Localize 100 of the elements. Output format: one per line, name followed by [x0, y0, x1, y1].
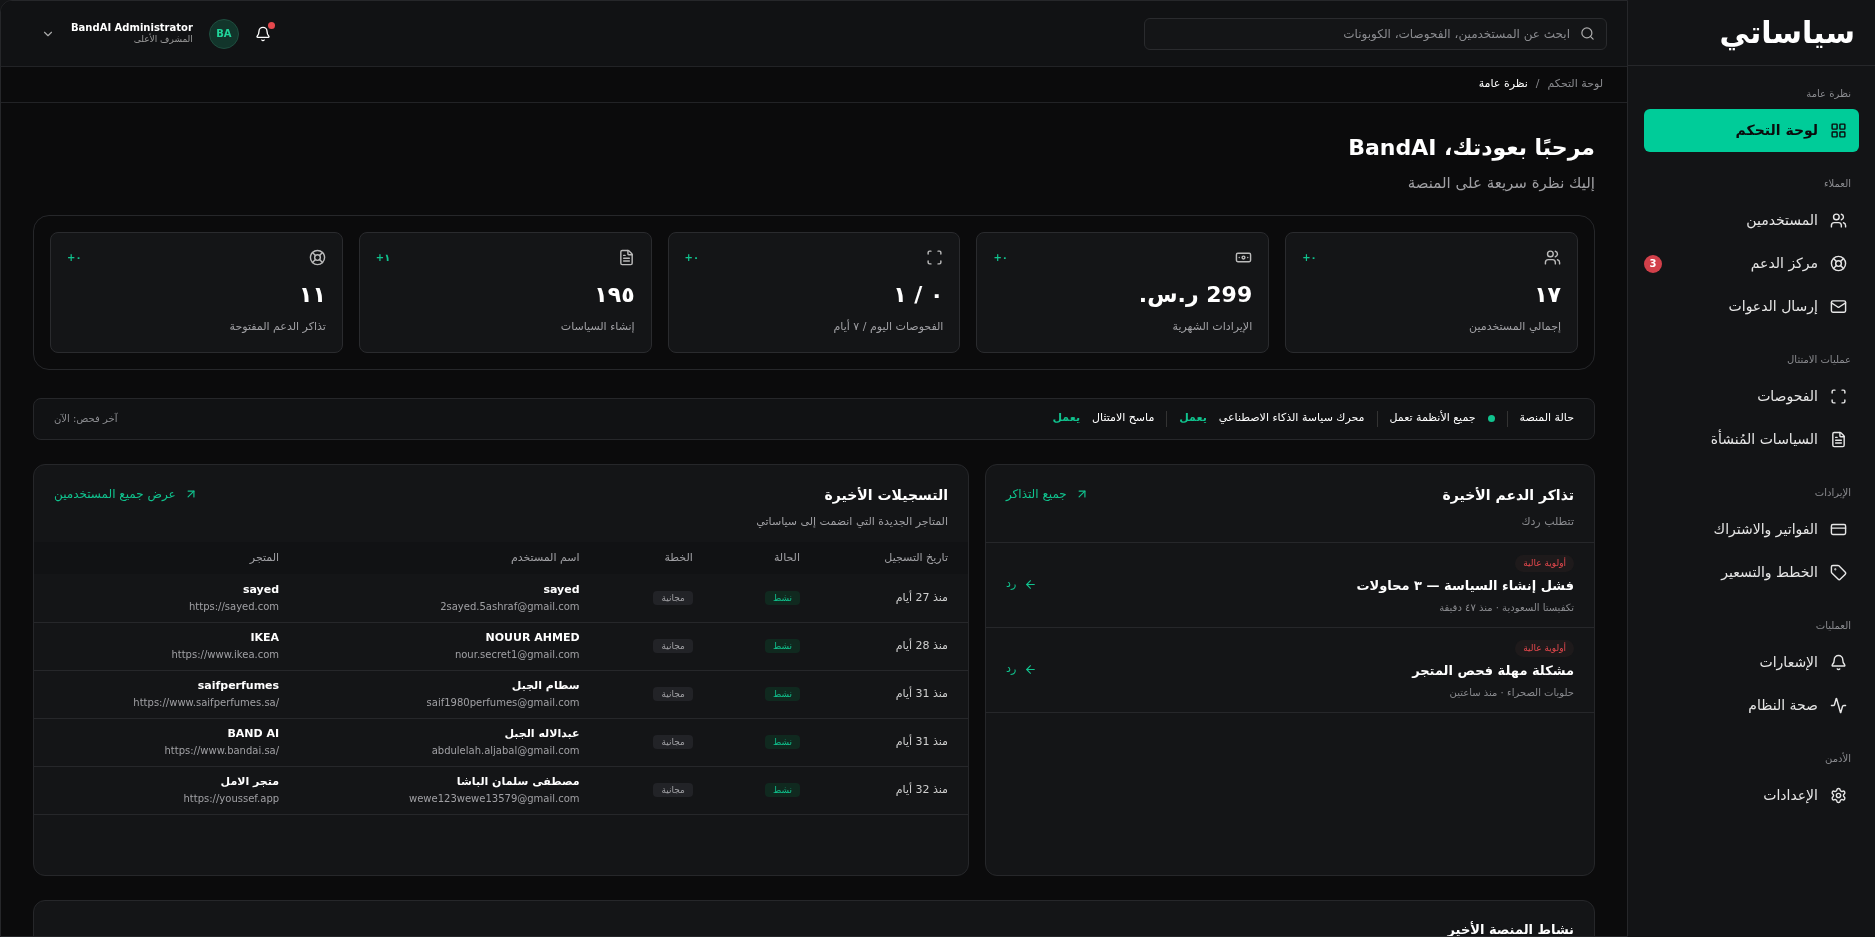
breadcrumb-item[interactable]: لوحة التحكم [1547, 76, 1603, 93]
date-cell: منذ 31 أيام [895, 686, 948, 700]
plan-tag: مجانية [653, 686, 693, 701]
section-title: الإيرادات [1813, 486, 1852, 501]
panel-title: نشاط المنصة الأخير [1447, 921, 1574, 936]
plan-tag: مجانية [653, 638, 693, 653]
sidebar-item[interactable]: الفحوصات [1644, 375, 1859, 418]
priority-badge: أولوية عالية [1515, 554, 1574, 572]
reply-button[interactable]: رد [1006, 661, 1038, 678]
user-role: المشرف الأعلى [133, 34, 193, 46]
sidebar-item[interactable]: الإعدادات [1644, 774, 1859, 817]
status-tag: نشط [764, 590, 801, 605]
arrow-icon [1024, 663, 1038, 676]
stat-delta: +٠ [1302, 250, 1317, 265]
sidebar-item[interactable]: الإشعارات [1644, 641, 1859, 684]
sidebar-item[interactable]: صحة النظام [1644, 684, 1859, 727]
section-title: العملاء [1822, 177, 1852, 191]
user-name-cell-text: sayed [543, 582, 580, 598]
view-all-link[interactable]: جميع التذاكر [1006, 484, 1089, 503]
avatar[interactable]: BA [208, 18, 239, 49]
store-name-cell-text: sayed [242, 582, 280, 598]
panel-title: تذاكر الدعم الأخيرة [1442, 485, 1574, 506]
stat-delta: +٠ [684, 250, 700, 265]
nav-icon [1830, 122, 1847, 139]
section-title: العمليات [1814, 619, 1852, 633]
nav-icon [1830, 697, 1847, 714]
welcome-title: مرحبًا بعودتك، BandAI [1347, 134, 1595, 163]
ticket-row[interactable]: أولوية عالية فشل إنشاء السياسة — ٣ محاولات تكفيستا السعودية · منذ ٤٧ دقيقة رد [986, 542, 1594, 628]
store-url-cell-text: https://sayed.com [188, 599, 280, 614]
status-title: حالة المنصة [1519, 410, 1574, 427]
nav-icon [1830, 212, 1847, 229]
email-cell-text: nour.secret1@gmail.com [454, 647, 580, 662]
stat-value: ٠ / ١ [892, 280, 944, 309]
ticket-row[interactable]: أولوية عالية مشكلة مهلة فحص المتجر حلويات الصحراء · منذ ساعتين رد [986, 627, 1594, 713]
stat-delta: +٠ [993, 250, 1008, 265]
sidebar-item[interactable]: السياسات المُنشأة [1644, 418, 1859, 461]
reply-button[interactable]: رد [1006, 576, 1038, 593]
stat-label: الفحوصات اليوم / ٧ أيام [832, 318, 944, 335]
breadcrumb-item: نظرة عامة [1478, 76, 1528, 93]
status-tag: نشط [764, 734, 801, 749]
plan-tag: مجانية [653, 734, 693, 749]
stat-label: إجمالي المستخدمين [1468, 318, 1561, 335]
service-status: يعمل [1179, 410, 1207, 427]
sidebar-item[interactable]: الخطط والتسعير [1644, 551, 1859, 594]
date-cell: منذ 27 أيام [895, 590, 948, 604]
nav-icon [1830, 564, 1847, 581]
date-cell: منذ 31 أيام [895, 734, 948, 748]
section-title: نظرة عامة [1805, 87, 1852, 101]
email-cell-text: saif1980perfumes@gmail.com [426, 695, 580, 710]
nav-icon [1830, 654, 1847, 671]
sidebar-item[interactable]: إرسال الدعوات [1644, 285, 1859, 328]
section-title: الأدمن [1824, 751, 1852, 766]
stat-label: الإيرادات الشهرية [1171, 318, 1253, 335]
sidebar-item[interactable]: المستخدمين [1644, 199, 1859, 242]
store-name-cell: BAND AI [227, 726, 280, 743]
ticket-meta: حلويات الصحراء · منذ ساعتين [1449, 685, 1574, 700]
view-all-link[interactable]: عرض جميع المستخدمين [54, 484, 198, 503]
status-tag: نشط [764, 686, 801, 701]
ticket-meta: تكفيستا السعودية · منذ ٤٧ دقيقة [1439, 600, 1574, 615]
last-check: آخر فحص: الآن [54, 411, 118, 426]
count-badge: 3 [1644, 254, 1662, 273]
status-tag: نشط [764, 638, 801, 653]
nav-icon [1830, 388, 1847, 405]
priority-badge: أولوية عالية [1515, 639, 1574, 657]
store-url-cell-text: https://www.bandai.sa/ [164, 743, 280, 758]
user-name-cell: مصطفى سلمان الباشا [456, 774, 580, 791]
nav-icon [1830, 298, 1847, 315]
email-cell-text: abdulelah.aljabal@gmail.com [431, 743, 580, 758]
panel-title: التسجيلات الأخيرة [823, 485, 948, 506]
email-cell-text: 2sayed.5ashraf@gmail.com [440, 599, 580, 614]
store-name-cell: IKEA [250, 630, 280, 647]
stat-icon [926, 248, 944, 266]
stat-label: تذاكر الدعم المفتوحة [228, 318, 326, 335]
ticket-title: فشل إنشاء السياسة — ٣ محاولات [1356, 577, 1574, 595]
stat-delta: +١ [375, 250, 391, 265]
user-name-cell: عبدالاله الجبل [504, 726, 580, 743]
notification-icon[interactable] [254, 25, 271, 42]
nav-icon [1830, 787, 1847, 804]
breadcrumb-item: / [1535, 76, 1540, 93]
store-url-cell-text: https://www.ikea.com [171, 647, 280, 662]
service-name: ماسح الامتثال [1092, 410, 1155, 427]
panel-subtitle: المتاجر الجديدة التي انضمت إلى سياساتي [756, 513, 948, 530]
stat-label: إنشاء السياسات [559, 318, 635, 335]
search-field[interactable]: ابحث عن المستخدمين، الفحوصات، الكوبونات [1144, 17, 1607, 50]
stat-value: ١١ [297, 280, 326, 309]
user-name-cell: سطام الجبل [511, 678, 580, 695]
nav-icon [1830, 255, 1847, 272]
section-title: عمليات الامتثال [1786, 353, 1852, 367]
email-cell-text: wewe123wewe13579@gmail.com [409, 791, 580, 806]
nav-icon [1830, 431, 1847, 448]
status-tag: نشط [764, 782, 801, 797]
store-url-cell-text: https://youssef.app [183, 791, 280, 806]
logo: سياساتي [1719, 14, 1855, 53]
store-name-cell: saifperfumes [197, 678, 280, 695]
plan-tag: مجانية [653, 590, 693, 605]
panel-subtitle: تتطلب ردك [1520, 513, 1574, 530]
service-status: يعمل [1052, 410, 1081, 427]
sidebar-item[interactable]: لوحة التحكم [1644, 109, 1859, 152]
sidebar-item[interactable]: الفواتير والاشتراك [1644, 508, 1859, 551]
status-text: جميع الأنظمة تعمل [1389, 410, 1476, 427]
